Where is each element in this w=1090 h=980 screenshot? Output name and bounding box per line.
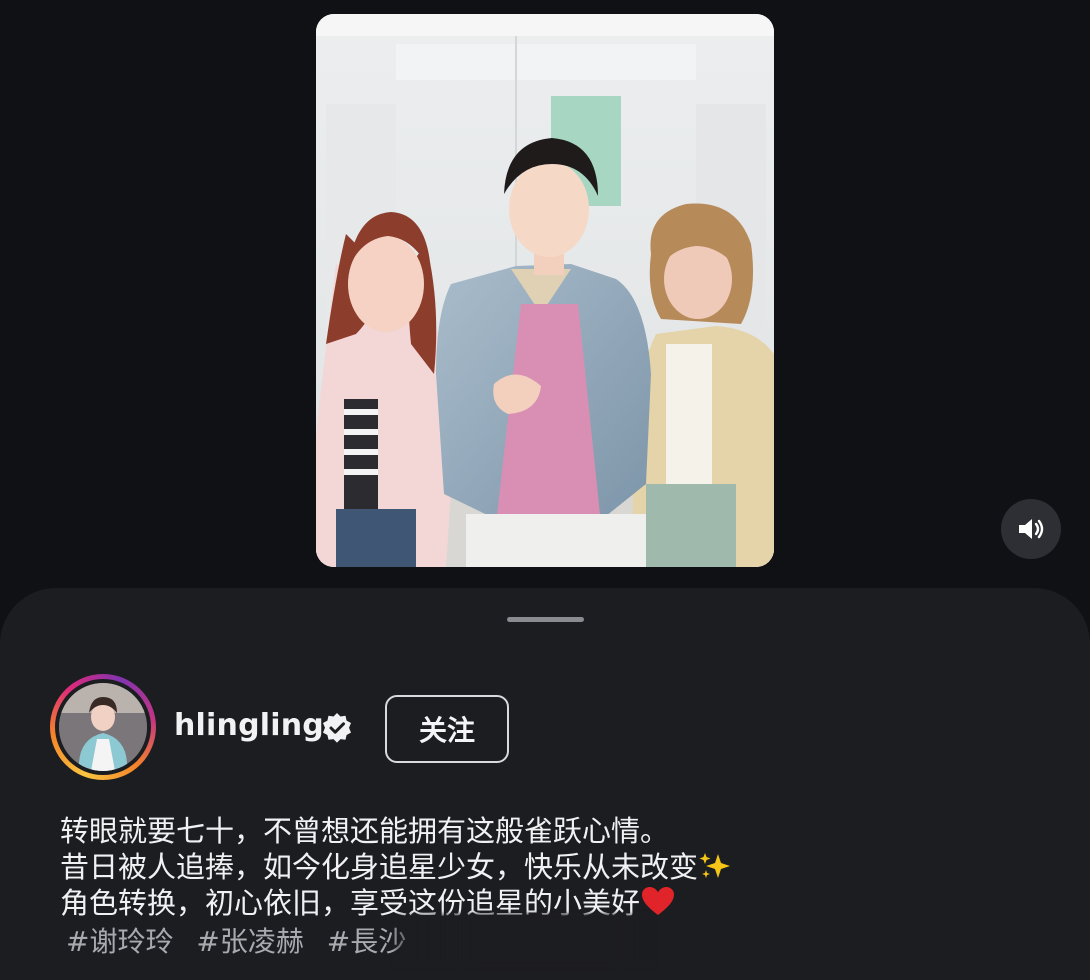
sparkles-icon	[699, 853, 731, 878]
avatar-picture	[59, 683, 147, 771]
hashtag-row: #谢玲玲 #张凌赫 #長沙	[66, 922, 420, 962]
avatar	[59, 683, 147, 771]
mute-toggle-button[interactable]	[1001, 499, 1061, 559]
caption-line: 转眼就要七十，不曾想还能拥有这般雀跃心情。	[60, 813, 1040, 849]
caption-line: 昔日被人追捧，如今化身追星少女，快乐从未改变	[60, 849, 1040, 885]
post-details-sheet: hlingling 关注 转眼就要七十，不曾想还能拥有这般雀跃心情。 昔日被人追…	[0, 588, 1090, 980]
verified-badge-icon	[323, 713, 351, 743]
blurred-overlay	[395, 914, 655, 966]
caption-line-text: 昔日被人追捧，如今化身追星少女，快乐从未改变	[60, 850, 699, 884]
sheet-drag-handle[interactable]	[507, 617, 584, 622]
hashtag-link[interactable]: #张凌赫	[196, 925, 303, 958]
hashtag-link[interactable]: #谢玲玲	[66, 925, 173, 958]
red-heart-icon	[642, 887, 675, 915]
caption-line-text: 转眼就要七十，不曾想还能拥有这般雀跃心情。	[60, 814, 670, 848]
photo-illustration	[316, 14, 774, 567]
screen: hlingling 关注 转眼就要七十，不曾想还能拥有这般雀跃心情。 昔日被人追…	[0, 0, 1090, 980]
follow-button[interactable]: 关注	[385, 695, 509, 763]
post-caption: 转眼就要七十，不曾想还能拥有这般雀跃心情。 昔日被人追捧，如今化身追星少女，快乐…	[60, 813, 1040, 921]
post-photo[interactable]	[316, 14, 774, 567]
username[interactable]: hlingling	[174, 708, 324, 743]
speaker-icon	[1019, 519, 1044, 539]
story-avatar[interactable]	[50, 674, 156, 780]
